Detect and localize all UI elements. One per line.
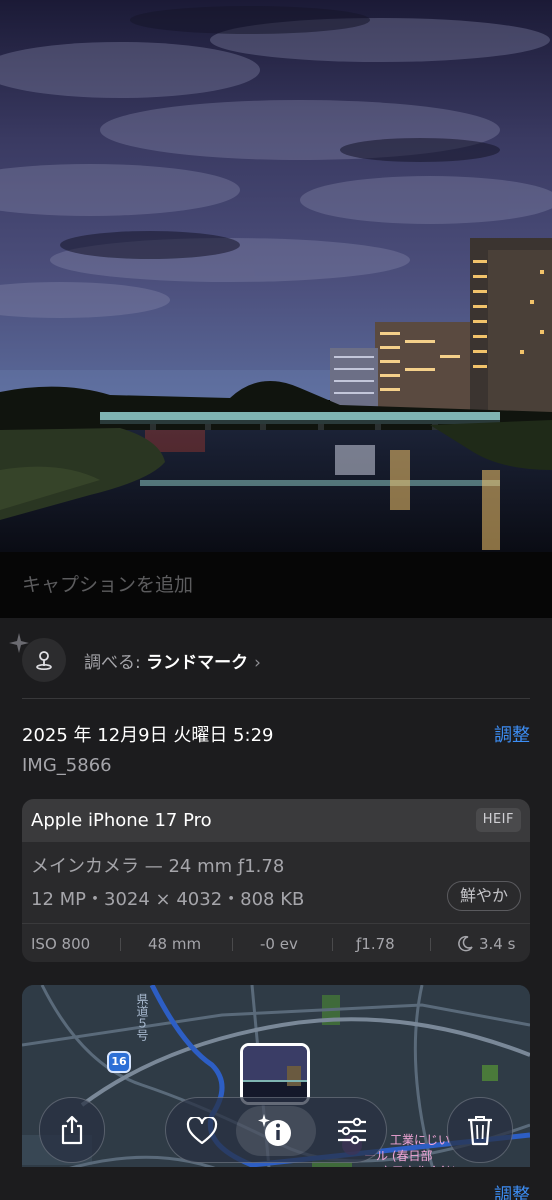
camera-header: Apple iPhone 17 Pro HEIF [22, 799, 530, 842]
exif-row: ISO 800 48 mm -0 ev ƒ1.78 3.4 s [22, 923, 530, 962]
favorite-button[interactable] [182, 1111, 222, 1151]
exif-separator [232, 938, 233, 951]
exif-aperture: ƒ1.78 [356, 935, 395, 953]
night-mode-icon [458, 935, 473, 952]
exif-ev: -0 ev [260, 935, 298, 953]
route-16-shield: 16 [107, 1051, 131, 1073]
night-river-photo [0, 0, 552, 552]
exif-focal-length: 48 mm [148, 935, 202, 953]
image-specs: 12 MP・3024 × 4032・808 KB [31, 889, 305, 910]
caption-area[interactable]: キャプションを追加 [0, 552, 552, 618]
exif-iso: ISO 800 [31, 935, 91, 953]
camera-info-card: Apple iPhone 17 Pro HEIF メインカメラ — 24 mm … [22, 799, 530, 962]
adjust-datetime-button[interactable]: 調整 [494, 721, 530, 747]
delete-button[interactable] [447, 1097, 513, 1163]
lookup-label[interactable]: 調べる: ランドマーク › [84, 648, 261, 673]
capture-datetime: 2025 年 12月9日 火曜日 5:29 [22, 725, 274, 746]
lookup-value: ランドマーク [146, 653, 249, 673]
share-icon [61, 1115, 83, 1145]
map-road-label: 県道５号 [135, 993, 149, 1041]
lookup-landmark-row[interactable]: 調べる: ランドマーク › [22, 638, 530, 682]
sliders-icon [338, 1117, 366, 1145]
info-sparkle-icon [258, 1114, 291, 1146]
photo-location-thumbnail[interactable] [240, 1043, 310, 1105]
exif-shutter: 3.4 s [479, 935, 516, 953]
format-badge: HEIF [475, 808, 521, 832]
photo-actions-group [165, 1097, 387, 1163]
lens-info: メインカメラ — 24 mm ƒ1.78 [31, 856, 285, 877]
divider [22, 698, 530, 699]
edit-button[interactable] [332, 1111, 372, 1151]
exif-separator [120, 938, 121, 951]
exif-separator [430, 938, 431, 951]
map-poi-label: 工業にじい [390, 1133, 451, 1147]
caption-placeholder[interactable]: キャプションを追加 [22, 570, 193, 597]
adjust-location-button[interactable]: 調整 [494, 1181, 530, 1200]
lookup-prefix: 調べる: [84, 653, 147, 673]
chevron-right-icon: › [254, 653, 261, 673]
exif-separator [332, 938, 333, 951]
photo-viewer[interactable] [0, 0, 552, 552]
photographic-style-badge[interactable]: 鮮やか [446, 881, 521, 911]
trash-icon [468, 1116, 492, 1146]
info-button[interactable] [256, 1111, 296, 1151]
bottom-panel-edge [0, 1167, 552, 1200]
camera-model: Apple iPhone 17 Pro [31, 810, 212, 831]
share-button[interactable] [39, 1097, 105, 1163]
heart-icon [186, 1117, 218, 1145]
file-name: IMG_5866 [22, 755, 112, 776]
map-pin-icon [22, 638, 66, 682]
